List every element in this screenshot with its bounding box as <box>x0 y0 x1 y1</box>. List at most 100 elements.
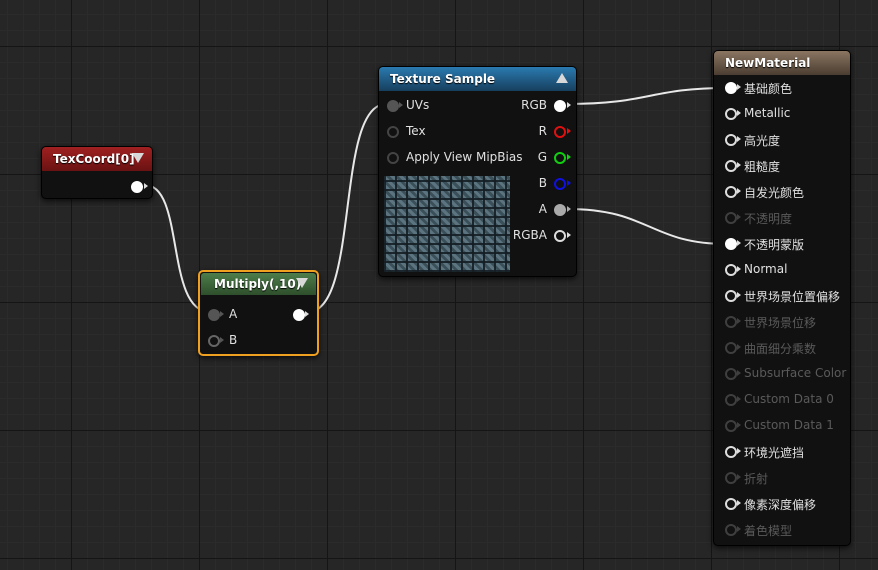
input-arrow-icon <box>220 311 224 317</box>
input-arrow-icon <box>737 188 741 194</box>
material-input-pin[interactable] <box>725 264 737 276</box>
material-input-label: 基础颜色 <box>744 82 793 96</box>
material-input-label: 不透明度 <box>744 212 793 226</box>
material-input-label: 曲面细分乘数 <box>744 342 817 356</box>
multiply-output-pin[interactable] <box>293 309 305 321</box>
multiply-input-a-pin[interactable] <box>208 309 220 321</box>
texture-sample-node[interactable]: Texture Sample UVs Tex Apply View MipBia… <box>378 66 577 277</box>
material-input-label: 世界场景位移 <box>744 316 817 330</box>
input-arrow-icon <box>399 102 403 108</box>
output-arrow-icon <box>567 206 571 212</box>
input-arrow-icon <box>220 337 224 343</box>
a-output-label: A <box>538 202 547 216</box>
material-input-pin[interactable] <box>725 524 737 536</box>
material-input-label: 折射 <box>744 472 769 486</box>
texcoord-node[interactable]: TexCoord[0] <box>41 146 153 199</box>
input-arrow-icon <box>737 526 741 532</box>
collapse-arrow-icon[interactable] <box>296 278 308 288</box>
a-output-pin[interactable] <box>554 204 566 216</box>
wire-a-to-opacitymask <box>566 208 728 245</box>
multiply-title-label: Multiply(,10) <box>214 277 302 291</box>
material-input-label: 粗糙度 <box>744 160 781 174</box>
r-output-pin[interactable] <box>554 126 566 138</box>
input-arrow-icon <box>737 292 741 298</box>
multiply-input-b-label: B <box>229 333 238 347</box>
tex-input-pin[interactable] <box>387 126 399 138</box>
r-output-label: R <box>538 124 547 138</box>
b-output-pin[interactable] <box>554 178 566 190</box>
material-input-pin[interactable] <box>725 394 737 406</box>
b-output-label: B <box>538 176 547 190</box>
texture-sample-title-label: Texture Sample <box>390 72 496 86</box>
material-input-pin[interactable] <box>725 134 737 146</box>
texture-preview-thumbnail <box>384 176 510 272</box>
material-input-pin[interactable] <box>725 160 737 172</box>
input-arrow-icon <box>737 110 741 116</box>
input-arrow-icon <box>737 422 741 428</box>
output-arrow-icon <box>305 311 309 317</box>
input-arrow-icon <box>737 500 741 506</box>
material-input-label: 环境光遮挡 <box>744 446 805 460</box>
input-arrow-icon <box>737 344 741 350</box>
material-input-pin[interactable] <box>725 212 737 224</box>
texture-sample-node-title[interactable]: Texture Sample <box>379 67 576 91</box>
material-input-label: 着色模型 <box>744 524 793 538</box>
material-input-label: Custom Data 0 <box>744 392 834 406</box>
input-arrow-icon <box>737 448 741 454</box>
material-input-pin[interactable] <box>725 186 737 198</box>
output-arrow-icon <box>567 102 571 108</box>
output-arrow-icon <box>567 154 571 160</box>
input-arrow-icon <box>737 266 741 272</box>
input-arrow-icon <box>737 474 741 480</box>
material-input-pin[interactable] <box>725 472 737 484</box>
material-input-pin[interactable] <box>725 238 737 250</box>
collapse-arrow-icon[interactable] <box>556 73 568 83</box>
g-output-label: G <box>537 150 547 164</box>
multiply-input-b-pin[interactable] <box>208 335 220 347</box>
rgb-output-pin[interactable] <box>554 100 566 112</box>
input-arrow-icon <box>737 162 741 168</box>
texcoord-output-pin[interactable] <box>131 181 143 193</box>
material-input-label: 高光度 <box>744 134 781 148</box>
input-arrow-icon <box>737 396 741 402</box>
output-arrow-icon <box>567 128 571 134</box>
texcoord-node-title[interactable]: TexCoord[0] <box>42 147 152 171</box>
material-input-pin[interactable] <box>725 290 737 302</box>
mipbias-input-pin[interactable] <box>387 152 399 164</box>
output-arrow-icon <box>567 232 571 238</box>
rgb-output-label: RGB <box>521 98 547 112</box>
material-input-label: 自发光颜色 <box>744 186 805 200</box>
material-input-pin[interactable] <box>725 368 737 380</box>
input-arrow-icon <box>737 84 741 90</box>
material-input-pin[interactable] <box>725 82 737 94</box>
collapse-arrow-icon[interactable] <box>132 153 144 163</box>
multiply-input-a-label: A <box>229 307 238 321</box>
wire-multiply-to-uvs <box>307 103 387 313</box>
material-node-title[interactable]: NewMaterial <box>714 51 850 75</box>
texcoord-title-label: TexCoord[0] <box>53 152 135 166</box>
material-input-label: Normal <box>744 262 788 276</box>
input-arrow-icon <box>737 240 741 246</box>
material-input-pin[interactable] <box>725 316 737 328</box>
material-input-label: 不透明蒙版 <box>744 238 805 252</box>
material-input-label: 世界场景位置偏移 <box>744 290 841 304</box>
multiply-node-title[interactable]: Multiply(,10) <box>201 273 316 295</box>
rgba-output-label: RGBA <box>512 228 547 242</box>
uvs-input-pin[interactable] <box>387 100 399 112</box>
input-arrow-icon <box>737 214 741 220</box>
input-arrow-icon <box>737 136 741 142</box>
material-input-pin[interactable] <box>725 498 737 510</box>
wire-rgb-to-basecolor <box>566 87 728 105</box>
rgba-output-pin[interactable] <box>554 230 566 242</box>
material-input-label: 像素深度偏移 <box>744 498 817 512</box>
g-output-pin[interactable] <box>554 152 566 164</box>
material-input-pin[interactable] <box>725 342 737 354</box>
material-input-pin[interactable] <box>725 446 737 458</box>
material-output-node[interactable]: NewMaterial 基础颜色 Metallic 高光度 粗糙度 自发光颜色 不透明度不… <box>713 50 851 546</box>
mipbias-input-label: Apply View MipBias <box>406 150 523 164</box>
output-arrow-icon <box>144 183 148 189</box>
material-input-pin[interactable] <box>725 108 737 120</box>
multiply-node[interactable]: Multiply(,10) A B <box>198 270 319 356</box>
material-input-pin[interactable] <box>725 420 737 432</box>
material-input-label: Subsurface Color <box>744 366 847 380</box>
